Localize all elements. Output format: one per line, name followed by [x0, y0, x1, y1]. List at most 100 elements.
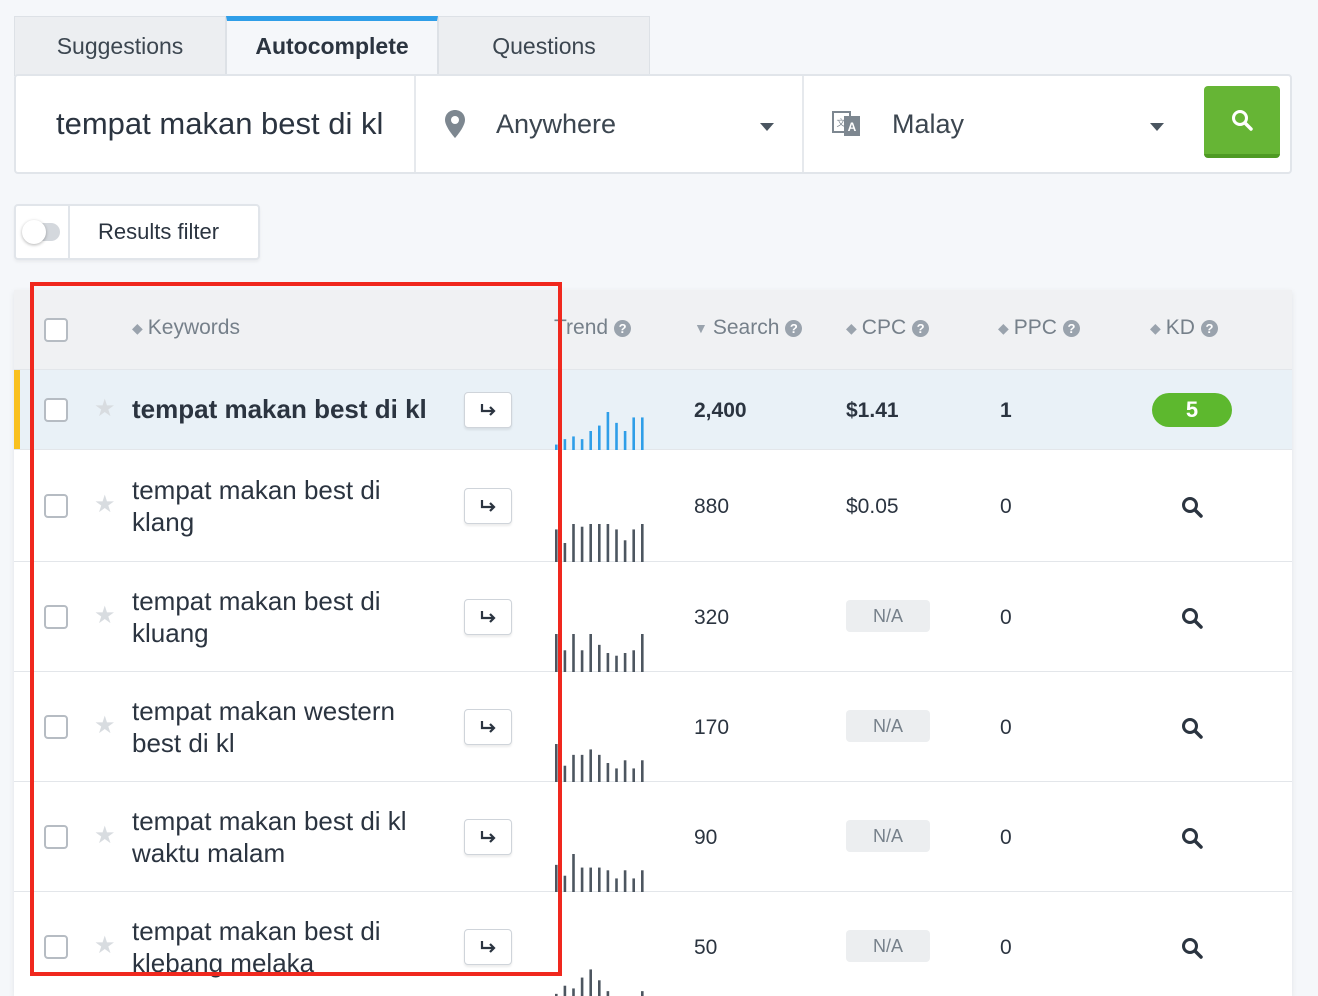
ppc-value: 0	[1000, 936, 1012, 959]
trend-bar	[555, 634, 558, 672]
tab-bar: Suggestions Autocomplete Questions	[14, 16, 650, 76]
row-checkbox[interactable]	[44, 825, 68, 849]
trend-sparkline	[555, 524, 644, 562]
use-keyword-button[interactable]	[464, 599, 512, 635]
keyword-text[interactable]: tempat makan best di klang	[132, 474, 452, 538]
location-select[interactable]: Anywhere	[416, 76, 804, 172]
kd-badge[interactable]: 5	[1152, 393, 1232, 427]
search-volume: 880	[694, 495, 730, 518]
column-ppc-label: PPC	[1013, 316, 1057, 339]
search-icon[interactable]	[1180, 716, 1204, 740]
use-keyword-button[interactable]	[464, 488, 512, 524]
trend-bar	[589, 524, 592, 562]
trend-bar	[563, 439, 567, 450]
tab-suggestions[interactable]: Suggestions	[14, 16, 226, 76]
row-checkbox[interactable]	[44, 935, 68, 959]
keyword-text[interactable]: tempat makan western best di kl	[132, 695, 452, 759]
ppc-value: 0	[1000, 716, 1012, 739]
keyword-input[interactable]: tempat makan best di kl	[16, 76, 416, 172]
keyword-text[interactable]: tempat makan best di kluang	[132, 585, 452, 649]
select-all-checkbox[interactable]	[44, 318, 68, 342]
trend-bar	[641, 417, 644, 450]
help-icon[interactable]: ?	[912, 319, 930, 337]
keyword-text[interactable]: tempat makan best di klebang melaka	[132, 915, 452, 979]
trend-bar	[555, 529, 558, 562]
help-icon[interactable]: ?	[1062, 319, 1080, 337]
arrow-return-icon	[480, 500, 496, 512]
use-keyword-button[interactable]	[464, 929, 512, 965]
search-icon[interactable]	[1180, 936, 1204, 960]
tab-autocomplete[interactable]: Autocomplete	[226, 16, 438, 76]
star-icon[interactable]: ★	[94, 394, 116, 423]
column-ppc[interactable]: ◆ PPC ?	[998, 316, 1080, 340]
trend-bar	[606, 763, 610, 782]
language-select[interactable]: A 文 Malay	[804, 76, 1192, 172]
cpc-na-badge: N/A	[846, 820, 930, 852]
column-kd[interactable]: ◆ KD ?	[1150, 316, 1218, 340]
trend-bar	[598, 867, 601, 892]
star-icon[interactable]: ★	[94, 490, 116, 519]
table-row[interactable]: ★ tempat makan best di kluang 320 N/A 0	[14, 562, 1292, 672]
keyword-input-value: tempat makan best di kl	[56, 106, 384, 141]
column-keywords[interactable]: ◆ Keywords	[132, 316, 240, 340]
table-row[interactable]: ★ tempat makan best di kl waktu malam 90 …	[14, 782, 1292, 892]
sort-icon: ◆	[132, 319, 143, 336]
ppc-value: 1	[1000, 399, 1012, 422]
trend-bar	[589, 431, 592, 450]
help-icon[interactable]: ?	[785, 319, 803, 337]
column-kd-label: KD	[1165, 316, 1195, 339]
star-icon[interactable]: ★	[94, 711, 116, 740]
keyword-text[interactable]: tempat makan best di kl	[132, 393, 452, 425]
help-icon[interactable]: ?	[614, 319, 632, 337]
star-icon[interactable]: ★	[94, 931, 116, 960]
trend-bar	[598, 980, 601, 996]
table-row[interactable]: ★ tempat makan western best di kl 170 N/A…	[14, 672, 1292, 782]
toggle-switch[interactable]	[22, 220, 60, 244]
chevron-down-icon	[760, 123, 774, 131]
trend-bar	[572, 524, 575, 562]
trend-bar	[580, 439, 584, 450]
row-checkbox[interactable]	[44, 494, 68, 518]
search-icon[interactable]	[1180, 606, 1204, 630]
use-keyword-button[interactable]	[464, 819, 512, 855]
search-button[interactable]	[1204, 86, 1280, 158]
trend-bar	[555, 744, 558, 782]
use-keyword-button[interactable]	[464, 392, 512, 428]
chevron-down-icon	[1150, 123, 1164, 131]
trend-bar	[572, 854, 575, 892]
cpc-na-badge: N/A	[846, 710, 930, 742]
use-keyword-button[interactable]	[464, 709, 512, 745]
search-volume: 170	[694, 716, 730, 739]
keyword-text[interactable]: tempat makan best di kl waktu malam	[132, 805, 452, 869]
trend-bar	[606, 870, 610, 892]
table-row[interactable]: ★ tempat makan best di klang 880 $0.05 0	[14, 450, 1292, 562]
trend-bar	[572, 754, 575, 782]
ppc-value: 0	[1000, 826, 1012, 849]
svg-text:A: A	[848, 120, 857, 134]
star-icon[interactable]: ★	[94, 821, 116, 850]
table-row[interactable]: ★ tempat makan best di kl 2,400 $1.41 1 …	[14, 370, 1292, 450]
search-icon[interactable]	[1180, 826, 1204, 850]
tab-questions[interactable]: Questions	[438, 16, 650, 76]
trend-bar	[615, 878, 618, 892]
column-keywords-label: Keywords	[147, 316, 240, 339]
trend-sparkline	[555, 412, 644, 450]
search-icon[interactable]	[1180, 495, 1204, 519]
row-checkbox[interactable]	[44, 398, 68, 422]
column-cpc[interactable]: ◆ CPC ?	[846, 316, 930, 340]
row-checkbox[interactable]	[44, 715, 68, 739]
trend-bar	[632, 417, 635, 450]
trend-bar	[641, 760, 644, 782]
column-search[interactable]: ▼ Search ?	[694, 316, 803, 340]
results-filter[interactable]: Results filter	[14, 204, 260, 260]
filter-toggle[interactable]	[16, 206, 70, 258]
table-row[interactable]: ★ tempat makan best di klebang melaka 50 …	[14, 892, 1292, 996]
trend-bar	[641, 870, 644, 892]
trend-bar	[589, 867, 592, 892]
svg-text:文: 文	[836, 117, 845, 129]
cpc-value: $0.05	[846, 495, 899, 518]
help-icon[interactable]: ?	[1200, 319, 1218, 337]
language-value: Malay	[892, 108, 965, 139]
star-icon[interactable]: ★	[94, 601, 116, 630]
row-checkbox[interactable]	[44, 605, 68, 629]
